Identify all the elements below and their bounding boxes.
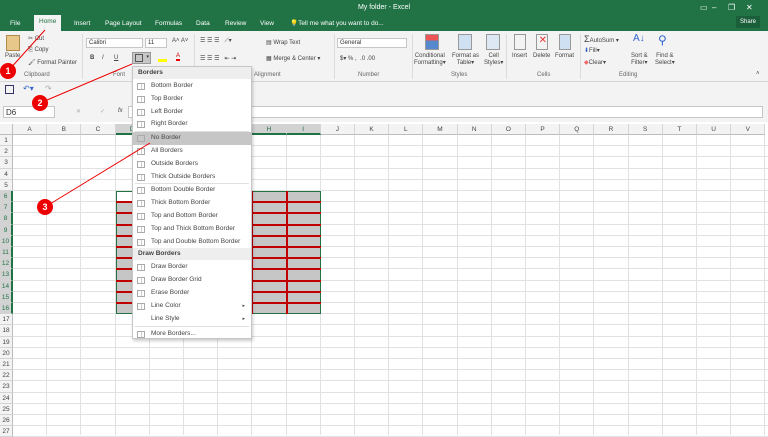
annotation-badge-1: 1 — [0, 63, 16, 79]
arrow-2 — [39, 63, 133, 104]
annotation-arrows — [7, 29, 151, 208]
arrow-3 — [44, 142, 151, 208]
annotation-badge-3: 3 — [37, 199, 53, 215]
annotation-badge-2: 2 — [32, 95, 48, 111]
